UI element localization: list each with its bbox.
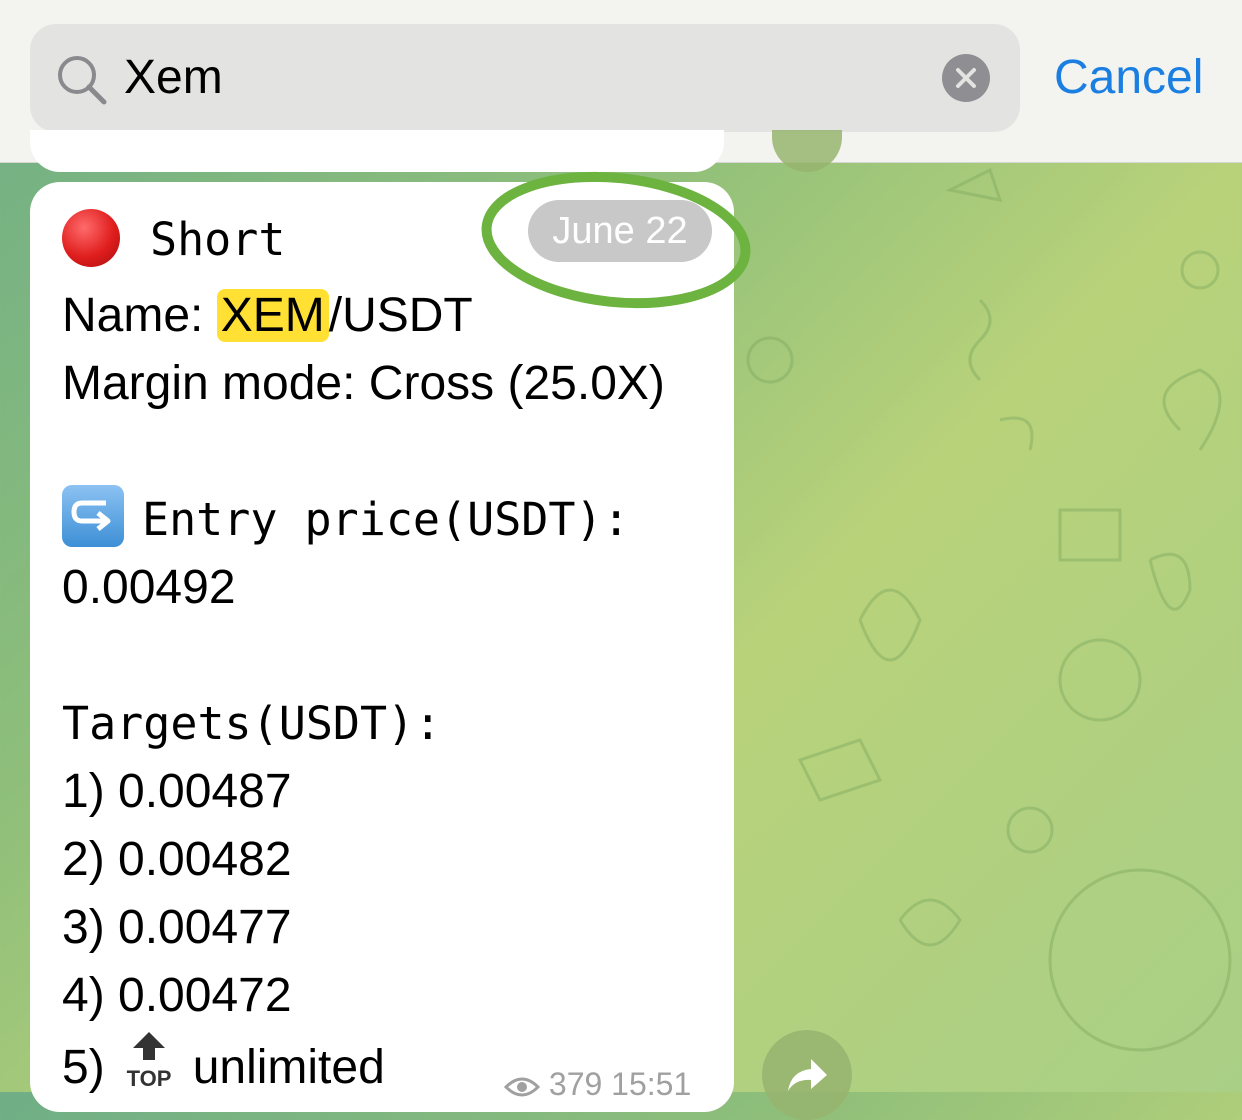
red-circle-icon [62, 209, 120, 268]
clear-search-button[interactable] [942, 54, 990, 102]
eye-icon [503, 1077, 541, 1097]
share-button[interactable] [762, 1030, 852, 1120]
target-2: 2) 0.00482 [62, 833, 292, 886]
message-meta: 379 15:51 [503, 1066, 692, 1102]
margin-mode-line: Margin mode: Cross (25.0X) [62, 357, 665, 410]
name-prefix: Name: [62, 289, 217, 342]
entry-label: Entry price(USDT): [142, 493, 630, 546]
close-icon [956, 68, 976, 88]
name-line: Name: XEM/USDT [62, 286, 473, 346]
search-icon [58, 56, 107, 105]
target-5-suffix: unlimited [192, 1041, 385, 1095]
target-4: 4) 0.00472 [62, 969, 292, 1022]
search-input[interactable]: Xem [124, 48, 904, 108]
top-icon-text: TOP [126, 1066, 171, 1088]
message-time: 15:51 [611, 1066, 692, 1102]
return-arrow-icon [62, 485, 124, 548]
view-count: 379 [548, 1066, 603, 1102]
direction-text: Short [150, 213, 286, 266]
search-highlight: XEM [216, 289, 329, 342]
top-arrow-icon: TOP [125, 1030, 173, 1103]
targets-label: Targets(USDT): [62, 697, 442, 750]
target-1: 1) 0.00487 [62, 765, 292, 818]
annotation-circle [481, 171, 751, 309]
target-5-prefix: 5) [62, 1041, 105, 1095]
share-arrow-icon [788, 1059, 827, 1091]
entry-line: Entry price(USDT): [62, 485, 630, 553]
direction-line: Short [62, 209, 286, 271]
target-5: 5) TOP unlimited [62, 1032, 385, 1107]
target-3: 3) 0.00477 [62, 901, 292, 954]
cancel-button[interactable]: Cancel [1054, 48, 1203, 108]
entry-value: 0.00492 [62, 561, 236, 614]
name-suffix: /USDT [328, 289, 473, 342]
